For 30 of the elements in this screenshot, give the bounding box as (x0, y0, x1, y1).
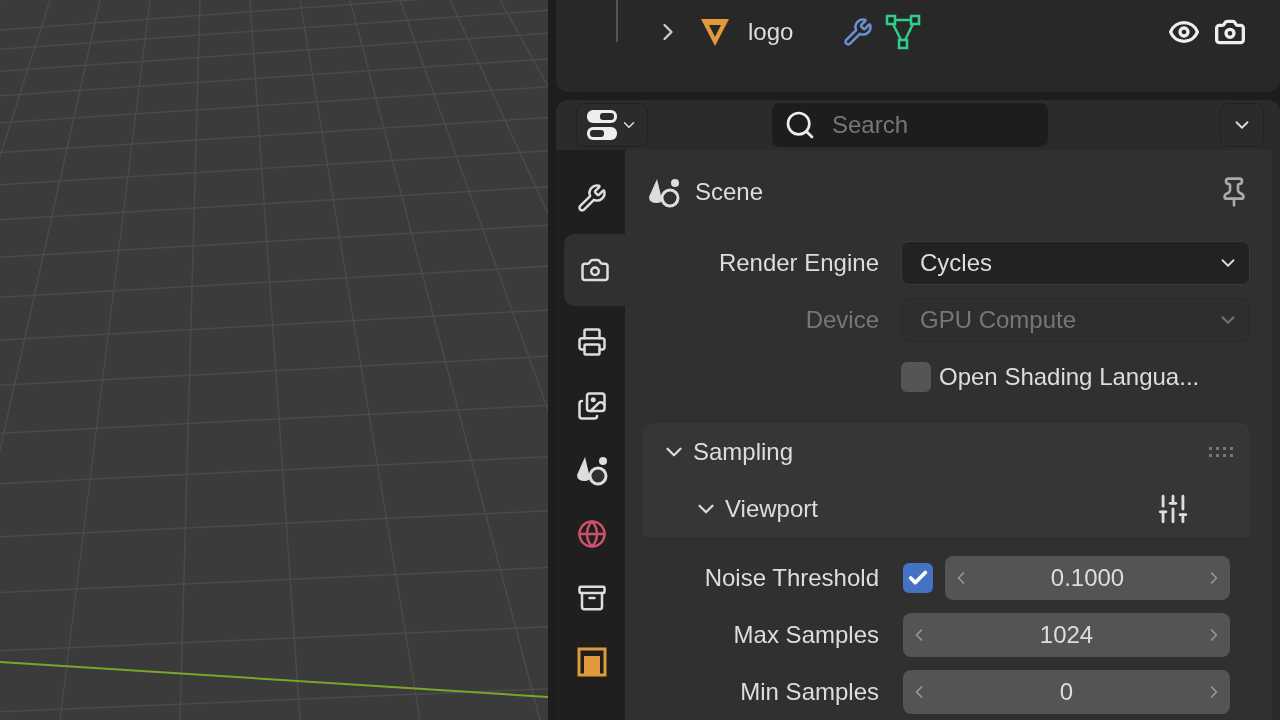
search-field[interactable]: Search (772, 103, 1048, 147)
globe-icon (577, 519, 607, 549)
number-field[interactable]: 0 (903, 669, 1230, 714)
field-label: Noise Threshold (703, 563, 879, 592)
wrench-icon[interactable] (843, 17, 874, 47)
dropdown-field[interactable]: Cycles (901, 240, 1250, 285)
object-name[interactable]: logo (748, 18, 794, 46)
checkbox[interactable] (901, 361, 931, 392)
field-label: Min Samples (739, 677, 879, 706)
images-icon (577, 391, 607, 421)
number-field[interactable]: 0.1000 (945, 555, 1230, 600)
panel-header[interactable]: Sampling (643, 423, 1250, 481)
number-field[interactable]: 1024 (903, 612, 1230, 657)
field-label: Max Samples (732, 620, 879, 649)
context-title: Scene (695, 178, 764, 206)
toggles-icon (586, 108, 618, 142)
checkbox-label[interactable]: Open Shading Langua... (939, 362, 1200, 391)
properties-tab[interactable] (564, 234, 625, 306)
editor-type-button[interactable] (576, 103, 648, 147)
subpanel-header[interactable]: Viewport (643, 481, 1250, 537)
sliders-icon (1156, 492, 1190, 526)
printer-icon (577, 327, 607, 357)
drag-handle-icon (1208, 446, 1236, 458)
archive-icon (577, 583, 607, 613)
wrench-icon (577, 183, 607, 213)
square-icon (577, 647, 607, 677)
field-label: Render Engine (717, 248, 879, 277)
mesh-icon[interactable] (885, 14, 922, 50)
field-label: Device (804, 305, 879, 334)
checkbox[interactable] (903, 562, 933, 593)
